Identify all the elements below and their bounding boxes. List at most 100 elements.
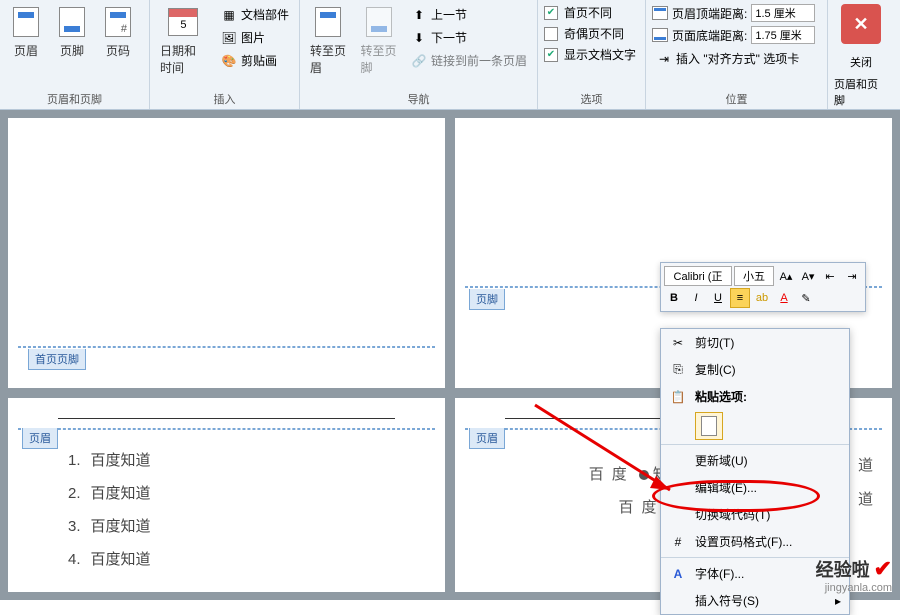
group-label-hf: 页眉和页脚 [6,89,143,107]
group-label-options: 选项 [544,89,639,107]
list-item: 2.百度知道 [68,477,151,510]
header-distance-input[interactable] [751,4,815,22]
footer-tag: 页脚 [469,289,505,310]
group-label-nav: 导航 [306,89,531,107]
footer-dist-icon [652,28,668,42]
menu-cut[interactable]: ✂剪切(T) [661,329,849,356]
close-label-1: 关闭 [850,54,872,70]
menu-edit-field[interactable]: 编辑域(E)... [661,474,849,501]
menu-paste-header: 📋粘贴选项: [661,383,849,410]
close-label-2: 页眉和页脚 [834,76,888,108]
goto-footer-button[interactable]: 转至页脚 [356,4,400,78]
font-size-selector[interactable]: 小五 [734,266,774,286]
clipart-button[interactable]: 🎨剪贴画 [217,50,293,71]
italic-button[interactable]: I [686,288,706,308]
list-item: 1.百度知道 [68,444,151,477]
goto-header-icon [312,6,344,38]
grow-font-button[interactable]: A▴ [776,266,796,286]
checkbox-icon [544,48,558,62]
quickparts-icon: ▦ [221,7,237,23]
up-arrow-icon: ⬆ [411,7,427,23]
list-item: 4.百度知道 [68,543,151,576]
header-button[interactable]: 页眉 [6,4,46,61]
close-header-footer-button[interactable]: ✕ [841,4,881,44]
tab-icon: ⇥ [656,51,672,67]
highlight-button[interactable]: ab [752,288,772,308]
title-underline [58,418,395,419]
picture-button[interactable]: 🖼图片 [217,27,293,48]
datetime-label: 日期和时间 [160,42,207,76]
header-icon [10,6,42,38]
header-tag: 页眉 [22,428,58,449]
group-label-insert: 插入 [156,89,293,107]
clipart-icon: 🎨 [221,53,237,69]
page-3[interactable]: 页眉 1.百度知道 2.百度知道 3.百度知道 4.百度知道 [8,398,445,592]
picture-icon: 🖼 [221,30,237,46]
footer-button[interactable]: 页脚 [52,4,92,61]
goto-footer-icon [363,6,395,38]
show-doc-text-checkbox[interactable]: 显示文档文字 [544,46,636,63]
content-list: 1.百度知道 2.百度知道 3.百度知道 4.百度知道 [68,444,151,576]
font-color-button[interactable]: A [774,288,794,308]
footer-band [18,346,435,348]
goto-footer-label: 转至页脚 [360,42,396,76]
checkbox-icon [544,6,558,20]
footer-distance-input[interactable] [751,26,815,44]
paste-option-button[interactable] [695,412,723,440]
diff-first-checkbox[interactable]: 首页不同 [544,4,636,21]
header-band [18,428,435,430]
increase-indent-button[interactable]: ⇥ [842,266,862,286]
group-label-position: 位置 [652,89,821,107]
header-distance-row: 页眉顶端距离: [652,4,815,22]
context-menu: ✂剪切(T) ⎘复制(C) 📋粘贴选项: 更新域(U) 编辑域(E)... 切换… [660,328,850,615]
menu-insert-symbol[interactable]: 插入符号(S)▸ [661,587,849,614]
next-section-button[interactable]: ⬇下一节 [407,27,531,48]
bold-button[interactable]: B [664,288,684,308]
decrease-indent-button[interactable]: ⇤ [820,266,840,286]
datetime-button[interactable]: 日期和时间 [156,4,211,78]
calendar-icon [167,6,199,38]
header-tag: 页眉 [469,428,505,449]
format-painter-button[interactable]: ✎ [796,288,816,308]
quickparts-button[interactable]: ▦文档部件 [217,4,293,25]
down-arrow-icon: ⬇ [411,30,427,46]
footer-label: 页脚 [60,42,84,59]
shrink-font-button[interactable]: A▾ [798,266,818,286]
diff-odd-even-checkbox[interactable]: 奇偶页不同 [544,25,636,42]
mini-toolbar: Calibri (正 小五 A▴ A▾ ⇤ ⇥ B I U ≡ ab A ✎ [660,262,866,312]
page-number-button[interactable]: 页码 [98,4,138,61]
link-icon: 🔗 [411,53,427,69]
menu-page-number-format[interactable]: #设置页码格式(F)... [661,528,849,555]
prev-section-button[interactable]: ⬆上一节 [407,4,531,25]
clipboard-icon: 📋 [669,390,687,404]
header-label: 页眉 [14,42,38,59]
list-item: 3.百度知道 [68,510,151,543]
copy-icon: ⎘ [669,362,687,377]
scissors-icon: ✂ [669,336,687,350]
link-prev-button[interactable]: 🔗链接到前一条页眉 [407,50,531,71]
insert-align-tab-button[interactable]: ⇥插入 "对齐方式" 选项卡 [652,48,815,69]
submenu-arrow-icon: ▸ [835,594,841,608]
page4-trail-text: 道 [858,488,881,509]
font-icon: A [669,567,687,581]
menu-copy[interactable]: ⎘复制(C) [661,356,849,383]
header-dist-icon [652,6,668,20]
pagenum-icon [102,6,134,38]
page4-trail-text: 道 [858,454,881,475]
menu-toggle-field-code[interactable]: 切换域代码(T) [661,501,849,528]
footer-icon [56,6,88,38]
page-1[interactable]: 首页页脚 [8,118,445,388]
checkbox-icon [544,27,558,41]
menu-update-field[interactable]: 更新域(U) [661,447,849,474]
paste-keep-formatting-icon [701,416,717,436]
goto-header-button[interactable]: 转至页眉 [306,4,350,78]
font-selector[interactable]: Calibri (正 [664,266,732,286]
first-page-footer-tag: 首页页脚 [28,349,86,370]
footer-distance-row: 页面底端距离: [652,26,815,44]
goto-header-label: 转至页眉 [310,42,346,76]
pagenum-format-icon: # [669,535,687,549]
underline-button[interactable]: U [708,288,728,308]
pagenum-label: 页码 [106,42,130,59]
menu-font[interactable]: A字体(F)... [661,560,849,587]
align-center-button[interactable]: ≡ [730,288,750,308]
